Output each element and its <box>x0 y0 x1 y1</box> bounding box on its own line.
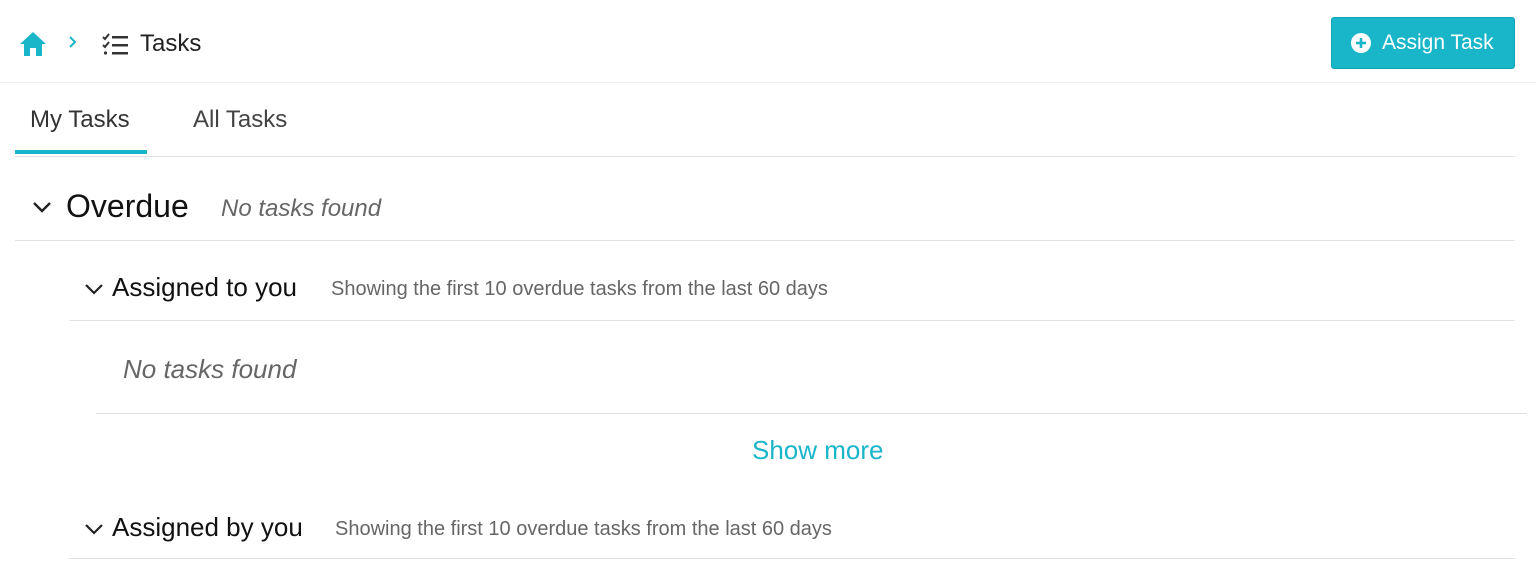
overdue-empty-text: No tasks found <box>221 195 382 222</box>
assign-task-label: Assign Task <box>1382 31 1494 54</box>
tab-all-tasks[interactable]: All Tasks <box>193 104 287 136</box>
chevron-down-icon[interactable] <box>84 522 104 536</box>
divider <box>15 240 1515 241</box>
page-title: Tasks <box>140 30 202 57</box>
subsection-note: Showing the first 10 overdue tasks from … <box>331 278 828 300</box>
header-bar: Tasks Assign Task <box>0 0 1536 83</box>
empty-state-text: No tasks found <box>123 354 297 384</box>
assign-task-button[interactable]: Assign Task <box>1331 17 1515 69</box>
subsection-title-assigned-to-you[interactable]: Assigned to you <box>112 270 297 304</box>
active-tab-indicator <box>15 150 147 154</box>
tab-my-tasks[interactable]: My Tasks <box>30 104 130 136</box>
show-more-link[interactable]: Show more <box>752 434 884 466</box>
divider <box>69 320 1515 321</box>
task-list-icon <box>102 33 128 55</box>
chevron-down-icon[interactable] <box>84 282 104 296</box>
section-title-overdue[interactable]: Overdue <box>66 186 189 226</box>
plus-circle-icon <box>1351 33 1371 53</box>
subsection-title-assigned-by-you[interactable]: Assigned by you <box>112 510 303 544</box>
subsection-note: Showing the first 10 overdue tasks from … <box>335 518 832 540</box>
divider <box>69 558 1515 559</box>
task-tabs: My Tasks All Tasks <box>15 90 1515 157</box>
home-icon[interactable] <box>18 30 48 58</box>
chevron-down-icon[interactable] <box>32 200 52 214</box>
chevron-right-icon <box>69 36 77 48</box>
divider <box>96 413 1527 414</box>
tasks-page: Tasks Assign Task My Tasks All Tasks Ove… <box>0 0 1536 578</box>
